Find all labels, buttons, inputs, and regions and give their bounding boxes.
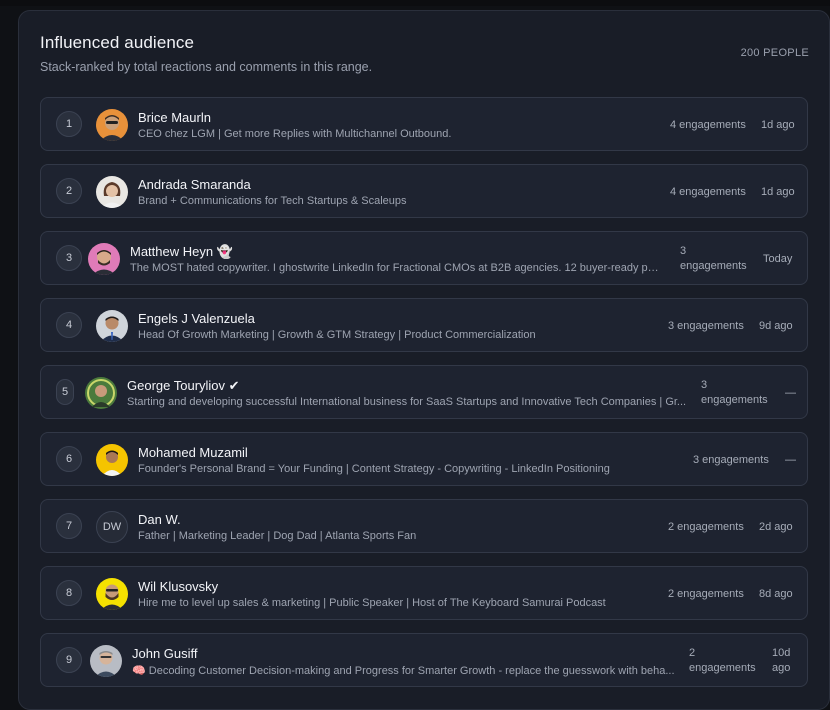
audience-row[interactable]: 3 Matthew Heyn 👻 The MOST hated copywrit… [40,231,808,285]
person-headline: Founder's Personal Brand = Your Funding … [138,463,610,475]
last-engaged-unit: ago [772,662,791,674]
audience-row[interactable]: 4 Engels J Valenzuela Head Of Growth Mar… [40,298,808,352]
avatar[interactable] [85,377,117,409]
last-engaged: 8d ago [759,588,793,600]
avatar[interactable] [96,444,128,476]
avatar-photo-icon [90,645,122,677]
engagement-unit: engagements [701,394,768,406]
avatar[interactable] [96,176,128,208]
last-engaged-value: 10d [772,647,791,659]
last-engaged: — [785,454,796,466]
avatar[interactable] [96,578,128,610]
rank-badge: 7 [56,513,82,539]
rank-badge: 9 [56,647,82,673]
avatar[interactable] [96,310,128,342]
audience-row[interactable]: 9 John Gusiff 🧠 Decoding Customer Decisi… [40,633,808,687]
influenced-audience-panel: Influenced audience Stack-ranked by tota… [18,10,830,710]
audience-list: 1 Brice Maurln CEO chez LGM | Get more R… [40,97,808,700]
last-engaged: — [785,387,796,399]
person-name[interactable]: Mohamed Muzamil [138,445,248,460]
rank-badge: 3 [56,245,82,271]
audience-row[interactable]: 1 Brice Maurln CEO chez LGM | Get more R… [40,97,808,151]
last-engaged: Today [763,253,793,265]
person-name[interactable]: Engels J Valenzuela [138,311,255,326]
rank-badge: 8 [56,580,82,606]
top-bar [0,0,830,6]
engagement-count: 2 engagements [689,646,756,676]
person-name[interactable]: Dan W. [138,512,181,527]
person-name[interactable]: Matthew Heyn 👻 [130,244,233,260]
engagement-count: 4 engagements [670,119,746,131]
person-name[interactable]: George Touryliov ✔ [127,378,240,394]
rank-badge: 5 [56,379,74,405]
avatar-photo-icon [85,377,117,409]
engagement-number: 2 [689,647,696,659]
engagement-count: 3 engagements [668,320,744,332]
person-headline: 🧠 Decoding Customer Decision-making and … [132,665,675,677]
engagement-count: 3 engagements [680,244,747,274]
person-headline: Head Of Growth Marketing | Growth & GTM … [138,329,536,341]
person-headline: CEO chez LGM | Get more Replies with Mul… [138,128,452,140]
panel-header: Influenced audience Stack-ranked by tota… [40,33,809,74]
person-name[interactable]: John Gusiff [132,646,198,661]
engagement-count: 2 engagements [668,521,744,533]
engagement-count: 3 engagements [693,454,769,466]
last-engaged: 1d ago [761,186,795,198]
engagement-count: 4 engagements [670,186,746,198]
rank-badge: 4 [56,312,82,338]
avatar-photo-icon [96,176,128,208]
engagement-number: 3 [680,245,687,257]
audience-row[interactable]: 6 Mohamed Muzamil Founder's Personal Bra… [40,432,808,486]
avatar-photo-icon [96,444,128,476]
engagement-unit: engagements [689,662,756,674]
person-headline: The MOST hated copywriter. I ghostwrite … [130,262,660,274]
person-name[interactable]: Andrada Smaranda [138,177,251,192]
audience-row[interactable]: 8 Wil Klusovsky Hire me to level up sale… [40,566,808,620]
last-engaged: 2d ago [759,521,793,533]
panel-subtitle: Stack-ranked by total reactions and comm… [40,60,373,74]
person-name[interactable]: Brice Maurln [138,110,211,125]
person-headline: Father | Marketing Leader | Dog Dad | At… [138,530,417,542]
rank-badge: 2 [56,178,82,204]
person-headline: Brand + Communications for Tech Startups… [138,195,407,207]
last-engaged: 10d ago [772,646,790,676]
last-engaged: 9d ago [759,320,793,332]
avatar-photo-icon [96,109,128,141]
person-name[interactable]: Wil Klusovsky [138,579,218,594]
audience-row[interactable]: 5 George Touryliov ✔ Starting and develo… [40,365,808,419]
rank-badge: 6 [56,446,82,472]
panel-title: Influenced audience [40,33,195,52]
person-headline: Hire me to level up sales & marketing | … [138,597,606,609]
audience-row[interactable]: 2 Andrada Smaranda Brand + Communication… [40,164,808,218]
avatar-photo-icon [96,578,128,610]
avatar[interactable] [90,645,122,677]
avatar[interactable] [96,109,128,141]
engagement-count: 3 engagements [701,378,768,408]
avatar[interactable] [88,243,120,275]
rank-badge: 1 [56,111,82,137]
engagement-count: 2 engagements [668,588,744,600]
last-engaged: 1d ago [761,119,795,131]
audience-row[interactable]: 7 DW Dan W. Father | Marketing Leader | … [40,499,808,553]
avatar-initials[interactable]: DW [96,511,128,543]
engagement-number: 3 [701,379,708,391]
avatar-photo-icon [88,243,120,275]
engagement-unit: engagements [680,260,747,272]
people-count: 200 PEOPLE [740,47,809,59]
person-headline: Starting and developing successful Inter… [127,396,687,408]
avatar-photo-icon [96,310,128,342]
